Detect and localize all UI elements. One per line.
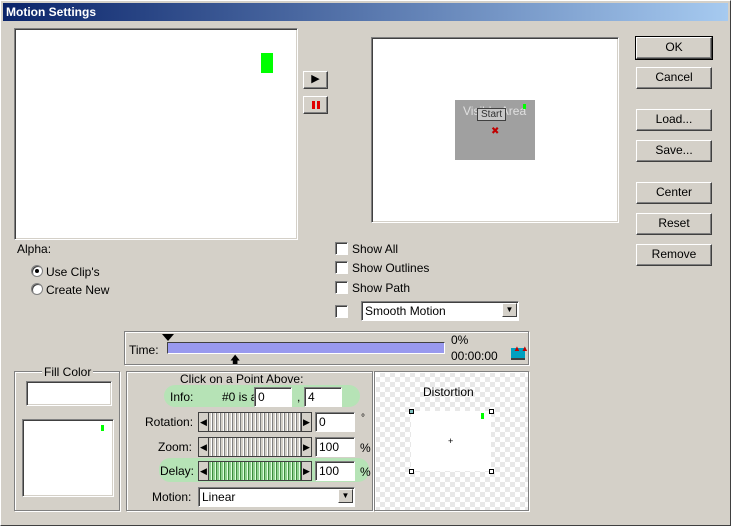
rotation-value: 0 — [319, 415, 326, 429]
info-label: Info: — [170, 390, 194, 404]
delay-unit: % — [360, 465, 371, 479]
zoom-value: 100 — [319, 440, 340, 454]
fill-color-swatch[interactable] — [26, 381, 112, 406]
create-new-label[interactable]: Create New — [46, 283, 109, 297]
chevron-down-icon[interactable]: ▼ — [338, 489, 353, 503]
zoom-unit: % — [360, 441, 371, 455]
load-button[interactable]: Load... — [636, 109, 712, 131]
distortion-center-icon: + — [448, 436, 454, 446]
fill-preview — [22, 419, 114, 497]
distortion-handle-tl[interactable] — [409, 409, 414, 414]
motion-dropdown[interactable]: Linear ▼ — [198, 487, 355, 507]
slider-right-icon[interactable]: ▶ — [301, 438, 311, 456]
time-percent: 0% — [451, 333, 469, 347]
delay-label: Delay: — [160, 464, 195, 478]
point-settings-group: Click on a Point Above: Info: #0 is at 0… — [126, 371, 373, 511]
show-path-label[interactable]: Show Path — [352, 281, 410, 295]
alpha-label: Alpha: — [17, 242, 52, 256]
smooth-motion-dropdown[interactable]: Smooth Motion ▼ — [361, 301, 519, 321]
title-bar: Motion Settings — [3, 3, 728, 21]
show-outlines-checkbox[interactable] — [335, 261, 348, 274]
show-all-checkbox[interactable] — [335, 242, 348, 255]
motion-label: Motion: — [152, 490, 192, 504]
coordinate-comma: , — [297, 390, 301, 404]
reset-button[interactable]: Reset — [636, 213, 712, 235]
distortion-panel[interactable]: Distortion + — [374, 371, 529, 511]
rotation-unit: ° — [361, 413, 365, 424]
rotation-slider[interactable]: ◀ ▶ — [198, 412, 312, 432]
motion-canvas[interactable] — [14, 28, 298, 240]
preview-clip-marker — [523, 104, 526, 109]
delay-input[interactable]: 100 — [315, 461, 355, 481]
pause-icon-bar — [317, 101, 320, 109]
play-button[interactable]: ▶ — [303, 71, 328, 89]
preview-panel: Visible Area Start ✖ — [371, 37, 619, 223]
remove-button[interactable]: Remove — [636, 244, 712, 266]
slider-left-icon[interactable]: ◀ — [199, 462, 209, 480]
motion-value: Linear — [202, 490, 236, 504]
crosshair-icon: ✖ — [491, 126, 500, 137]
delay-value: 100 — [319, 464, 340, 478]
window-title: Motion Settings — [6, 5, 96, 19]
point-x-input[interactable]: 0 — [254, 387, 292, 407]
ok-button[interactable]: OK — [635, 36, 713, 60]
fill-color-label: Fill Color — [42, 365, 94, 379]
smooth-motion-value: Smooth Motion — [365, 304, 446, 318]
zoom-slider[interactable]: ◀ ▶ — [198, 437, 312, 457]
delay-slider[interactable]: ◀ ▶ — [198, 461, 312, 481]
clip-marker[interactable] — [261, 53, 273, 73]
time-code: 00:00:00 — [451, 349, 498, 363]
smooth-motion-checkbox[interactable] — [335, 305, 348, 318]
zoom-label: Zoom: — [158, 440, 193, 454]
loop-icon[interactable]: ▲▲ — [511, 344, 529, 360]
motion-settings-window: Motion Settings ▶ Visible Area Start ✖ O… — [0, 0, 731, 526]
point-x-value: 0 — [258, 390, 265, 404]
use-clips-radio[interactable] — [31, 265, 43, 277]
rotation-label: Rotation: — [145, 415, 194, 429]
visible-area: Visible Area Start ✖ — [455, 100, 535, 160]
distortion-handle-br[interactable] — [489, 469, 494, 474]
start-label: Start — [477, 108, 507, 121]
play-icon: ▶ — [311, 73, 320, 85]
distortion-box[interactable]: + — [411, 411, 491, 471]
distortion-label: Distortion — [423, 385, 474, 399]
zoom-input[interactable]: 100 — [315, 437, 355, 457]
center-button[interactable]: Center — [636, 182, 712, 204]
slider-right-icon[interactable]: ▶ — [301, 413, 311, 431]
point-heading: Click on a Point Above: — [180, 372, 304, 386]
fill-preview-marker — [101, 425, 104, 431]
show-path-checkbox[interactable] — [335, 281, 348, 294]
slider-right-icon[interactable]: ▶ — [301, 462, 311, 480]
time-label: Time: — [129, 343, 159, 357]
cancel-button[interactable]: Cancel — [636, 67, 712, 89]
timeline-track[interactable] — [167, 342, 445, 354]
distortion-handle-tr[interactable] — [489, 409, 494, 414]
create-new-radio[interactable] — [31, 283, 43, 295]
point-y-value: 4 — [308, 390, 315, 404]
chevron-down-icon[interactable]: ▼ — [502, 303, 517, 317]
show-all-label[interactable]: Show All — [352, 242, 398, 256]
use-clips-label[interactable]: Use Clip's — [46, 265, 100, 279]
stop-button[interactable] — [303, 96, 328, 114]
point-y-input[interactable]: 4 — [304, 387, 342, 407]
time-panel: Time: 🡅 0% 00:00:00 ▲▲ — [124, 331, 529, 366]
show-outlines-label[interactable]: Show Outlines — [352, 261, 429, 275]
slider-left-icon[interactable]: ◀ — [199, 438, 209, 456]
fill-color-group: Fill Color — [14, 365, 120, 511]
time-marker-icon[interactable] — [162, 334, 174, 341]
timeline-cursor-icon[interactable]: 🡅 — [230, 353, 240, 370]
pause-icon — [312, 101, 315, 109]
distortion-clip-marker — [481, 413, 484, 419]
save-button[interactable]: Save... — [636, 140, 712, 162]
slider-left-icon[interactable]: ◀ — [199, 413, 209, 431]
distortion-handle-bl[interactable] — [409, 469, 414, 474]
rotation-input[interactable]: 0 — [315, 412, 355, 432]
